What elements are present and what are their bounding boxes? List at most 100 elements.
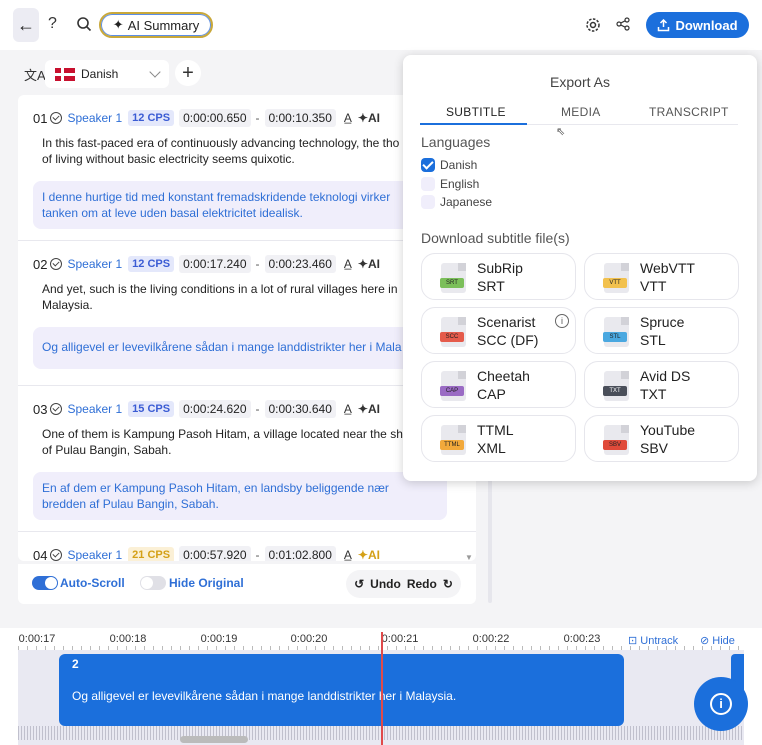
end-time-input[interactable]: 0:01:02.800 <box>264 546 336 561</box>
file-txt-icon: TXT <box>603 371 629 401</box>
checkbox-icon[interactable] <box>421 177 435 191</box>
original-line: In this fast-paced era of continuously a… <box>42 136 400 150</box>
start-time-input[interactable]: 0:00:00.650 <box>179 109 251 127</box>
check-circle-icon[interactable] <box>50 258 63 270</box>
ai-sparkle-icon[interactable]: ✦AI <box>358 111 380 125</box>
language-option-japanese[interactable]: Japanese <box>421 194 492 210</box>
gear-icon[interactable] <box>585 17 601 33</box>
caption-block[interactable]: 2 Og alligevel er levevilkårene sådan i … <box>59 654 624 726</box>
subtitle-header: 03 Speaker 1 15 CPS 0:00:24.620 - 0:00:3… <box>33 400 380 418</box>
start-time-input[interactable]: 0:00:57.920 <box>179 546 251 561</box>
language-option-label: Japanese <box>440 195 493 209</box>
check-circle-icon[interactable] <box>50 112 63 124</box>
scroll-down-arrow-icon[interactable]: ▼ <box>465 553 473 562</box>
info-icon[interactable]: i <box>555 314 569 328</box>
translation-text[interactable]: Og alligevel er levevilkårene sådan i ma… <box>33 327 447 369</box>
tick-label: 0:00:20 <box>290 633 328 645</box>
translation-text[interactable]: En af dem er Kampung Pasoh Hitam, en lan… <box>33 472 447 520</box>
hide-original-toggle[interactable] <box>140 576 166 590</box>
language-option-english[interactable]: English <box>421 176 479 192</box>
speaker-label[interactable]: Speaker 1 <box>67 548 122 561</box>
format-cap-button[interactable]: CAP Cheetah CAP <box>421 361 576 408</box>
format-srt-button[interactable]: SRT SubRip SRT <box>421 253 576 300</box>
format-xml-button[interactable]: TTML TTML XML <box>421 415 576 462</box>
caption-text: Og alligevel er levevilkårene sådan i ma… <box>72 689 457 703</box>
check-circle-icon[interactable] <box>50 549 63 561</box>
speaker-label[interactable]: Speaker 1 <box>67 257 122 271</box>
caption-number: 2 <box>72 657 79 671</box>
hide-button[interactable]: ⊘ Hide <box>700 634 735 647</box>
untrack-button[interactable]: ⊡ Untrack <box>628 634 678 647</box>
end-time-input[interactable]: 0:00:10.350 <box>264 109 336 127</box>
subtitle-entry[interactable]: 04 Speaker 1 21 CPS 0:00:57.920 - 0:01:0… <box>18 532 476 561</box>
original-text[interactable]: One of them is Kampung Pasoh Hitam, a vi… <box>42 426 462 458</box>
start-time-input[interactable]: 0:00:17.240 <box>179 255 251 273</box>
time-separator: - <box>255 257 260 271</box>
translate-icon[interactable]: A̲ <box>344 111 352 125</box>
language-option-label: English <box>440 177 480 191</box>
end-time-input[interactable]: 0:00:30.640 <box>264 400 336 418</box>
format-ext: TXT <box>640 386 667 402</box>
auto-scroll-label[interactable]: Auto-Scroll <box>60 576 125 590</box>
ai-sparkle-icon[interactable]: ✦AI <box>358 548 380 561</box>
translate-icon[interactable]: A̲ <box>344 402 352 416</box>
tab-transcript[interactable]: TRANSCRIPT <box>649 105 729 119</box>
download-files-heading: Download subtitle file(s) <box>421 230 570 246</box>
format-txt-button[interactable]: TXT Avid DS TXT <box>584 361 739 408</box>
checkbox-icon[interactable] <box>421 195 435 209</box>
original-text[interactable]: In this fast-paced era of continuously a… <box>42 135 462 167</box>
format-ext: SCC (DF) <box>477 332 539 348</box>
check-circle-icon[interactable] <box>50 403 63 415</box>
playhead[interactable] <box>381 632 383 745</box>
translate-icon[interactable]: A̲ <box>344 257 352 271</box>
language-option-label: Danish <box>440 158 478 172</box>
add-language-button[interactable]: + <box>175 60 201 86</box>
format-vtt-button[interactable]: VTT WebVTT VTT <box>584 253 739 300</box>
timeline-scrollbar[interactable] <box>180 736 248 743</box>
start-time-input[interactable]: 0:00:24.620 <box>179 400 251 418</box>
help-icon[interactable]: ? <box>48 15 57 33</box>
format-name: SubRip <box>477 260 523 276</box>
ai-summary-button[interactable]: ✦ AI Summary <box>99 12 213 38</box>
format-sbv-button[interactable]: SBV YouTube SBV <box>584 415 739 462</box>
format-scc-button[interactable]: SCC Scenarist SCC (DF) i <box>421 307 576 354</box>
tab-media[interactable]: MEDIA <box>561 105 601 119</box>
tab-subtitle[interactable]: SUBTITLE <box>446 105 506 119</box>
cps-badge: 21 CPS <box>128 547 175 561</box>
file-tag: CAP <box>440 386 464 396</box>
redo-button[interactable]: Redo <box>407 577 437 591</box>
language-select[interactable]: Danish <box>45 60 169 88</box>
format-stl-button[interactable]: STL Spruce STL <box>584 307 739 354</box>
top-bar: ← ? ✦ AI Summary Download <box>0 0 762 50</box>
undo-icon[interactable]: ↺ <box>354 577 364 591</box>
cps-badge: 15 CPS <box>128 401 175 417</box>
format-ext: SRT <box>477 278 505 294</box>
info-fab-button[interactable]: i <box>694 677 748 731</box>
speaker-label[interactable]: Speaker 1 <box>67 111 122 125</box>
languages-heading: Languages <box>421 134 491 150</box>
original-text[interactable]: And yet, such is the living conditions i… <box>42 281 462 313</box>
original-line: And yet, such is the living conditions i… <box>42 282 398 296</box>
timeline[interactable]: 0:00:17 0:00:18 0:00:19 0:00:20 0:00:21 … <box>0 628 762 745</box>
checkbox-checked-icon[interactable] <box>421 158 435 172</box>
end-time-input[interactable]: 0:00:23.460 <box>264 255 336 273</box>
undo-button[interactable]: Undo <box>370 577 401 591</box>
back-arrow-icon[interactable]: ← <box>13 8 39 42</box>
language-option-danish[interactable]: Danish <box>421 157 477 173</box>
translation-line: tanken om at leve uden basal elektricite… <box>42 206 303 220</box>
redo-icon[interactable]: ↻ <box>443 577 453 591</box>
hide-original-label[interactable]: Hide Original <box>169 576 244 590</box>
download-button[interactable]: Download <box>646 12 749 38</box>
format-ext: CAP <box>477 386 506 402</box>
share-icon[interactable] <box>616 17 630 31</box>
translate-icon[interactable]: A̲ <box>344 548 352 561</box>
format-name: TTML <box>477 422 514 438</box>
ai-sparkle-icon[interactable]: ✦AI <box>358 257 380 271</box>
ai-sparkle-icon[interactable]: ✦AI <box>358 402 380 416</box>
search-icon[interactable] <box>76 16 92 32</box>
translation-text[interactable]: I denne hurtige tid med konstant fremads… <box>33 181 447 229</box>
file-sbv-icon: SBV <box>603 425 629 455</box>
speaker-label[interactable]: Speaker 1 <box>67 402 122 416</box>
auto-scroll-toggle[interactable] <box>32 576 58 590</box>
tick-label: 0:00:17 <box>18 633 56 645</box>
